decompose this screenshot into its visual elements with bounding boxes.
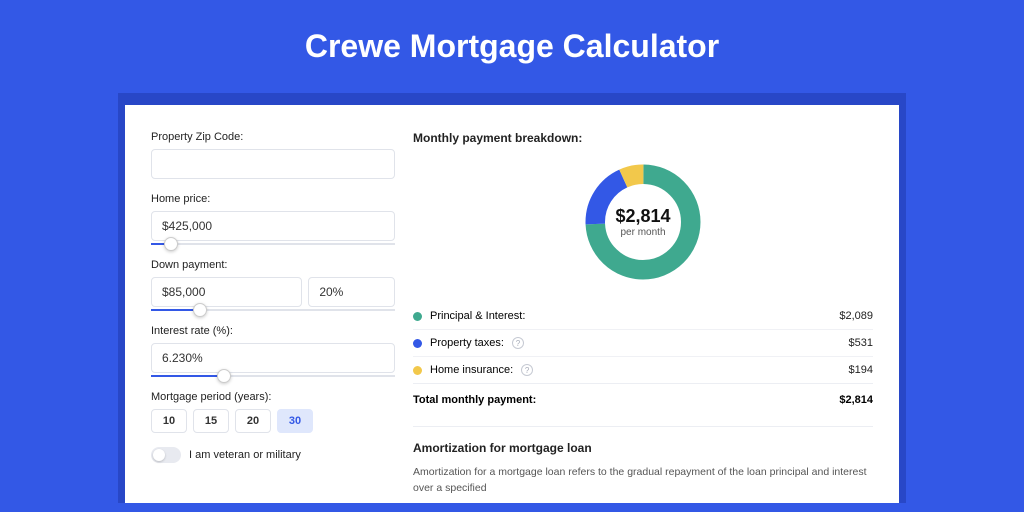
legend: Principal & Interest: $2,089 Property taxe… (413, 303, 873, 383)
period-option-20[interactable]: 20 (235, 409, 271, 433)
total-label: Total monthly payment: (413, 394, 536, 406)
home-price-input[interactable] (151, 211, 395, 241)
down-payment-label: Down payment: (151, 259, 395, 271)
donut-chart-wrap: $2,814 per month (413, 159, 873, 285)
veteran-toggle[interactable] (151, 447, 181, 463)
interest-slider[interactable] (151, 375, 395, 377)
donut-sub: per month (620, 227, 665, 238)
legend-label: Principal & Interest: (430, 310, 525, 322)
slider-thumb[interactable] (217, 369, 231, 383)
legend-dot (413, 366, 422, 375)
card-backdrop: Property Zip Code: Home price: Down paym… (118, 93, 906, 503)
home-price-slider[interactable] (151, 243, 395, 245)
legend-row: Property taxes:? $531 (413, 330, 873, 357)
down-payment-slider[interactable] (151, 309, 395, 311)
down-payment-input[interactable] (151, 277, 302, 307)
period-option-30[interactable]: 30 (277, 409, 313, 433)
interest-input[interactable] (151, 343, 395, 373)
legend-value: $2,089 (839, 310, 873, 322)
calculator-card: Property Zip Code: Home price: Down paym… (125, 105, 899, 503)
interest-group: Interest rate (%): (151, 325, 395, 377)
donut-center: $2,814 per month (580, 159, 706, 285)
amortization-section: Amortization for mortgage loan Amortizat… (413, 426, 873, 497)
legend-row: Principal & Interest: $2,089 (413, 303, 873, 330)
form-panel: Property Zip Code: Home price: Down paym… (125, 105, 405, 503)
legend-value: $531 (849, 337, 873, 349)
interest-label: Interest rate (%): (151, 325, 395, 337)
zip-group: Property Zip Code: (151, 131, 395, 179)
legend-dot (413, 339, 422, 348)
legend-value: $194 (849, 364, 873, 376)
down-payment-group: Down payment: (151, 259, 395, 311)
total-value: $2,814 (839, 394, 873, 406)
legend-dot (413, 312, 422, 321)
help-icon[interactable]: ? (512, 337, 524, 349)
period-option-10[interactable]: 10 (151, 409, 187, 433)
amortization-body: Amortization for a mortgage loan refers … (413, 465, 873, 497)
period-options: 10152030 (151, 409, 395, 433)
veteran-row: I am veteran or military (151, 447, 395, 463)
legend-row: Home insurance:? $194 (413, 357, 873, 383)
donut-chart: $2,814 per month (580, 159, 706, 285)
veteran-label: I am veteran or military (189, 449, 301, 461)
down-payment-pct-input[interactable] (308, 277, 395, 307)
legend-label: Home insurance: (430, 364, 513, 376)
toggle-knob (153, 449, 165, 461)
zip-input[interactable] (151, 149, 395, 179)
period-label: Mortgage period (years): (151, 391, 395, 403)
amortization-title: Amortization for mortgage loan (413, 441, 873, 455)
home-price-label: Home price: (151, 193, 395, 205)
zip-label: Property Zip Code: (151, 131, 395, 143)
period-group: Mortgage period (years): 10152030 (151, 391, 395, 433)
slider-thumb[interactable] (164, 237, 178, 251)
legend-label: Property taxes: (430, 337, 504, 349)
breakdown-panel: Monthly payment breakdown: $2,814 per mo… (405, 105, 899, 503)
donut-amount: $2,814 (615, 206, 670, 227)
breakdown-title: Monthly payment breakdown: (413, 131, 873, 145)
period-option-15[interactable]: 15 (193, 409, 229, 433)
home-price-group: Home price: (151, 193, 395, 245)
help-icon[interactable]: ? (521, 364, 533, 376)
slider-thumb[interactable] (193, 303, 207, 317)
page-title: Crewe Mortgage Calculator (0, 28, 1024, 65)
total-row: Total monthly payment: $2,814 (413, 383, 873, 420)
